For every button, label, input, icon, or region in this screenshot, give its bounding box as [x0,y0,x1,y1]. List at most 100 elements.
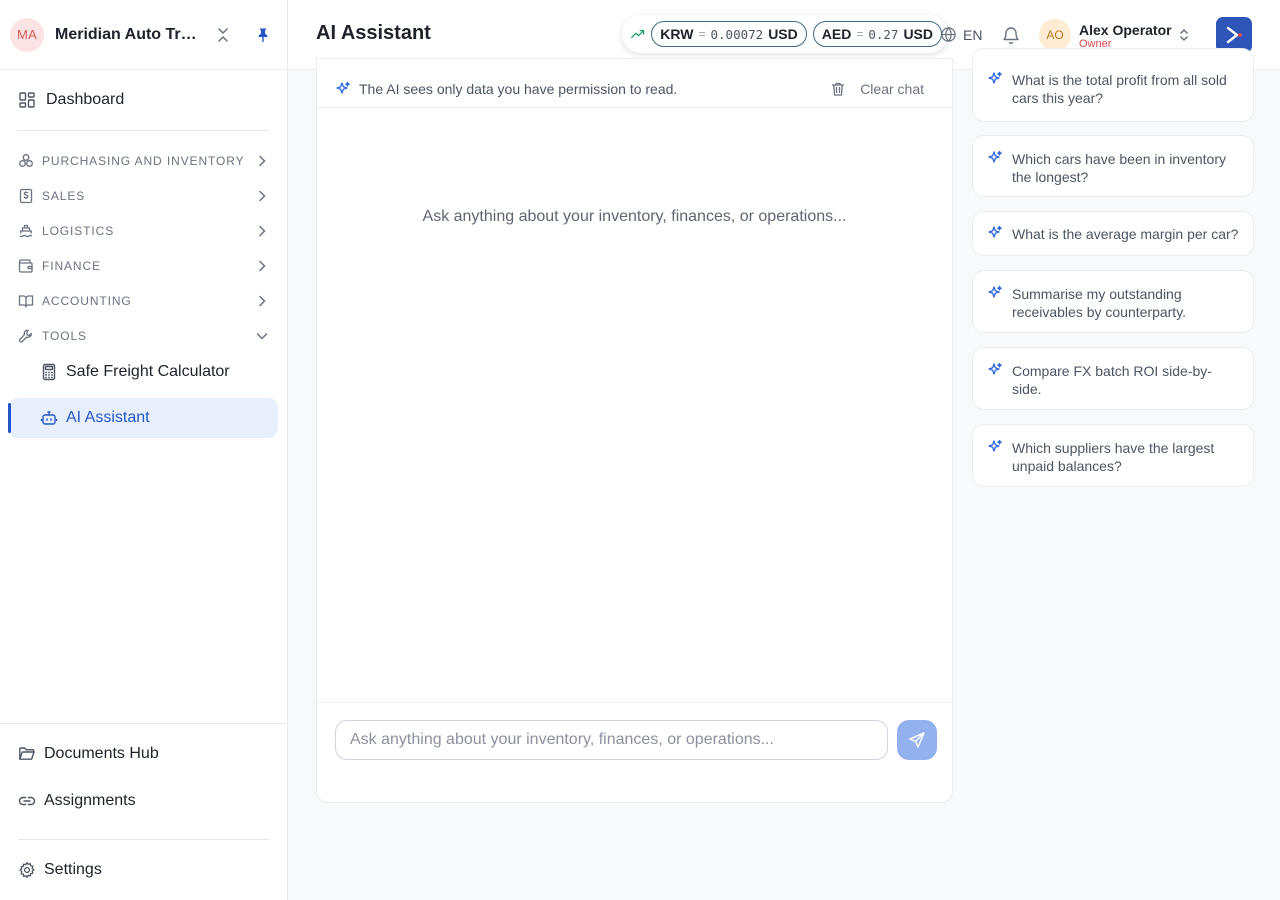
permission-notice: The AI sees only data you have permissio… [317,71,952,108]
nav-item-label: AI Assistant [66,409,150,426]
section-tools[interactable]: TOOLS [10,323,276,349]
ship-icon [19,224,33,238]
bell-icon[interactable] [1002,25,1020,45]
nav-safe-freight-calculator[interactable]: Safe Freight Calculator [8,352,278,392]
org-avatar[interactable]: MA [10,17,44,52]
fx-rate-krw[interactable]: KRW = 0.00072 USD [651,21,807,47]
section-label: SALES [42,189,86,203]
suggestion-card[interactable]: Summarise my outstanding receivables by … [972,270,1254,333]
pin-icon[interactable] [251,23,275,47]
fx-equals: = [698,27,706,41]
suggestion-text: Which cars have been in inventory the lo… [1012,151,1226,185]
fx-base-currency: USD [903,26,933,42]
chevron-right-icon [259,295,266,307]
terminal-prompt-icon [1226,26,1242,44]
chevron-right-icon [259,155,266,167]
nav-item-label: Safe Freight Calculator [66,363,230,380]
org-name[interactable]: Meridian Auto Trading [55,26,197,44]
chevron-right-icon [259,225,266,237]
fx-rate-aed[interactable]: AED = 0.27 USD [812,21,942,47]
section-purchasing-inventory[interactable]: PURCHASING AND INVENTORY [10,148,276,174]
dashboard-grid-icon [19,92,35,108]
sparkles-icon [336,81,350,94]
section-finance[interactable]: FINANCE [10,253,276,279]
sparkles-icon [988,362,1002,375]
nav-dashboard-label: Dashboard [46,91,125,108]
nav-ai-assistant[interactable]: AI Assistant [8,398,278,438]
language-label: EN [963,26,983,43]
section-label: TOOLS [42,329,87,343]
suggestion-text: Which suppliers have the largest unpaid … [1012,440,1215,474]
clear-chat-label: Clear chat [860,81,924,97]
suggestion-text: What is the average margin per car? [1012,226,1239,242]
suggestion-text: Summarise my outstanding receivables by … [1012,286,1187,320]
cube-cluster-icon [19,154,33,167]
language-switcher[interactable]: EN [940,26,982,43]
fx-base-currency: USD [768,26,798,42]
nav-documents-hub[interactable]: Documents Hub [10,738,276,770]
chevron-up-down-icon[interactable] [1176,26,1192,44]
chevron-down-icon [256,333,268,340]
fx-rate-value: 0.00072 [710,26,764,42]
clear-chat-button[interactable]: Clear chat [830,81,924,97]
suggestion-card[interactable]: Which cars have been in inventory the lo… [972,135,1254,197]
chat-input[interactable] [335,720,888,760]
composer-divider [317,702,952,703]
suggestion-card[interactable]: Compare FX batch ROI side-by-side. [972,347,1254,410]
send-button[interactable] [897,720,937,760]
book-open-icon [18,295,34,308]
sparkles-icon [988,439,1002,452]
nav-item-label: Documents Hub [44,745,159,762]
section-label: PURCHASING AND INVENTORY [42,154,245,168]
folder-icon [19,747,35,760]
wrench-icon [18,329,32,343]
suggestion-card[interactable]: Which suppliers have the largest unpaid … [972,424,1254,487]
sidebar-divider [0,723,288,724]
chat-panel: The AI sees only data you have permissio… [316,58,953,803]
section-label: ACCOUNTING [42,294,132,308]
sparkles-icon [988,285,1002,298]
sidebar: MA Meridian Auto Trading Dashboard PURCH… [0,0,288,900]
suggestion-card[interactable]: What is the total profit from all sold c… [972,48,1254,122]
gear-icon [19,861,35,879]
nav-dashboard[interactable]: Dashboard [10,84,276,116]
sidebar-divider [18,130,269,131]
bot-icon [40,411,58,425]
trending-up-icon [631,29,645,39]
sparkles-icon [988,150,1002,163]
active-indicator [8,403,11,433]
link-icon [18,796,36,806]
fx-equals: = [856,27,864,41]
section-accounting[interactable]: ACCOUNTING [10,288,276,314]
suggestion-text: Compare FX batch ROI side-by-side. [1012,363,1212,397]
sidebar-divider [18,839,269,840]
nav-item-label: Settings [44,861,102,878]
section-logistics[interactable]: LOGISTICS [10,218,276,244]
nav-assignments[interactable]: Assignments [10,785,276,817]
sparkles-icon [988,71,1002,84]
trash-icon [832,82,845,96]
chevron-right-icon [259,190,266,202]
collapse-toggle-icon[interactable] [211,23,235,47]
nav-item-label: Assignments [44,792,136,809]
fx-currency: KRW [660,26,694,42]
send-icon [909,732,925,748]
globe-icon [941,27,956,42]
page-title: AI Assistant [316,22,431,44]
empty-state-message: Ask anything about your inventory, finan… [422,208,847,225]
fx-currency: AED [821,26,852,42]
suggestion-text: What is the total profit from all sold c… [1012,72,1227,106]
notice-text: The AI sees only data you have permissio… [359,81,678,97]
dollar-receipt-icon [19,188,33,204]
nav-settings[interactable]: Settings [10,854,276,886]
section-label: LOGISTICS [42,224,115,238]
suggestion-card[interactable]: What is the average margin per car? [972,211,1254,256]
fx-rate-value: 0.27 [868,26,899,42]
user-name[interactable]: Alex Operator [1079,22,1172,38]
section-sales[interactable]: SALES [10,183,276,209]
user-avatar[interactable]: AO [1039,19,1071,51]
sparkles-icon [988,225,1002,238]
calculator-icon [42,363,56,381]
chevron-right-icon [259,260,266,272]
fx-rates-widget[interactable]: KRW = 0.00072 USD AED = 0.27 USD [622,15,948,53]
